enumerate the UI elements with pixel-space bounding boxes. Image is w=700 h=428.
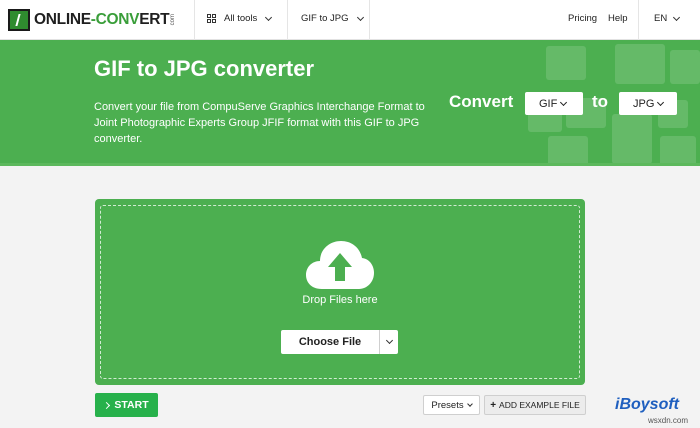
plus-icon: + xyxy=(490,399,497,411)
logo-text: ONLINE-CONVERT xyxy=(34,11,170,28)
nav-divider xyxy=(369,0,370,40)
nav-divider xyxy=(287,0,288,40)
presets-label: Presets xyxy=(431,399,464,411)
chevron-down-icon xyxy=(560,98,568,106)
file-drop-zone[interactable]: Drop Files here Choose File xyxy=(95,199,585,385)
chevron-down-icon xyxy=(466,400,473,407)
chevron-down-icon xyxy=(356,13,364,21)
add-example-file-button[interactable]: + ADD EXAMPLE FILE xyxy=(484,395,586,415)
watermark-site: wsxdn.com xyxy=(648,416,689,425)
choose-file-source-dropdown[interactable] xyxy=(379,330,398,354)
top-navigation-bar: ONLINE-CONVERT com All tools GIF to JPG … xyxy=(0,0,700,40)
presets-dropdown[interactable]: Presets xyxy=(423,395,480,415)
page-description: Convert your file from CompuServe Graphi… xyxy=(94,101,425,145)
chevron-down-icon xyxy=(673,13,681,21)
from-format-select[interactable]: GIF xyxy=(525,92,583,115)
choose-file-group: Choose File xyxy=(281,330,398,354)
language-selector[interactable]: EN xyxy=(654,13,681,24)
pricing-link[interactable]: Pricing xyxy=(568,13,597,24)
cloud-upload-icon[interactable] xyxy=(304,239,376,291)
start-button[interactable]: START xyxy=(95,393,158,417)
to-format-select[interactable]: JPG xyxy=(619,92,677,115)
choose-file-button[interactable]: Choose File xyxy=(281,330,379,354)
to-label: to xyxy=(592,92,609,111)
all-tools-menu[interactable]: All tools xyxy=(207,13,273,24)
nav-divider xyxy=(638,0,639,40)
help-link[interactable]: Help xyxy=(608,13,628,24)
chevron-down-icon xyxy=(385,336,393,345)
chevron-right-icon xyxy=(103,401,111,409)
chevron-down-icon xyxy=(657,98,665,106)
gif-to-jpg-label: GIF to JPG xyxy=(301,13,349,24)
drop-files-text: Drop Files here xyxy=(302,294,378,306)
hero-banner: GIF to JPG converter Convert your file f… xyxy=(0,40,700,166)
all-tools-label: All tools xyxy=(224,13,258,24)
start-label: START xyxy=(114,399,149,411)
nav-divider xyxy=(194,0,195,40)
logo-suffix: com xyxy=(170,14,177,26)
chevron-down-icon xyxy=(265,13,273,21)
gif-to-jpg-menu[interactable]: GIF to JPG xyxy=(301,13,364,24)
to-format-value: JPG xyxy=(633,97,655,110)
logo-mark-icon xyxy=(8,9,30,31)
watermark-logo: iBoysoft xyxy=(615,396,679,413)
convert-label: Convert xyxy=(449,92,514,111)
add-example-file-label: ADD EXAMPLE FILE xyxy=(499,400,580,410)
site-logo[interactable]: ONLINE-CONVERT com xyxy=(8,9,176,31)
from-format-value: GIF xyxy=(539,97,558,110)
all-tools-grid-icon xyxy=(207,14,216,23)
page-title: GIF to JPG converter xyxy=(94,56,315,81)
language-label: EN xyxy=(654,13,668,24)
